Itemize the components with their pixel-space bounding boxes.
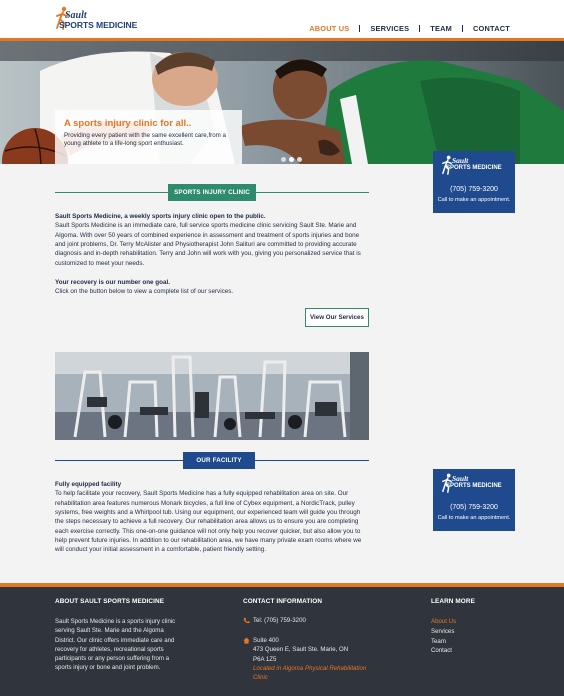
- footer-about-heading: ABOUT SAULT SPORTS MEDICINE: [55, 598, 165, 605]
- facility-photo: [55, 352, 369, 440]
- footer-learn-heading: LEARN MORE: [431, 598, 475, 605]
- injury-intro-heading: Sault Sports Medicine, a weekly sports i…: [55, 213, 266, 220]
- slider-dot-active[interactable]: [289, 157, 294, 162]
- hero-text: Providing every patient with the same ex…: [64, 132, 226, 147]
- goal-heading: Your recovery is our number one goal.: [55, 278, 171, 286]
- injury-intro-text: Sault Sports Medicine is an immediate ca…: [55, 222, 361, 267]
- hero-caption: A sports injury clinic for all.. Providi…: [55, 110, 242, 164]
- address-line-1: Suite 400: [253, 637, 279, 644]
- section-label-our-facility: OUR FACILITY: [183, 452, 255, 469]
- goal-text: Click on the button below to view a comp…: [55, 288, 234, 296]
- facility-heading: Fully equipped facility: [55, 481, 122, 488]
- card-brand-top: Sault: [452, 156, 469, 165]
- home-icon: [243, 637, 250, 644]
- footer-link-services[interactable]: Services: [431, 627, 456, 637]
- footer-learn-links: About Us Services Team Contact: [431, 617, 456, 656]
- facility-text: To help facilitate your recovery, Sault …: [55, 490, 362, 554]
- footer-contact-heading: CONTACT INFORMATION: [243, 598, 323, 605]
- brand-logo[interactable]: Sault SPORTS MEDICINE: [55, 6, 145, 32]
- facility-section-body: Fully equipped facility To help facilita…: [55, 480, 369, 555]
- nav-team[interactable]: TEAM: [430, 24, 452, 33]
- view-services-button[interactable]: View Our Services: [305, 308, 369, 327]
- nav-services[interactable]: SERVICES: [370, 24, 409, 33]
- footer-link-team[interactable]: Team: [431, 637, 456, 647]
- main-nav: ABOUT US SERVICES TEAM CONTACT: [309, 24, 510, 33]
- card-logo: Sault SPORTS MEDICINE: [441, 473, 507, 497]
- card-cta: Call to make an appointment.: [437, 515, 511, 521]
- appointment-card[interactable]: Sault SPORTS MEDICINE (705) 759-3200 Cal…: [433, 151, 515, 213]
- card-phone: (705) 759-3200: [450, 504, 498, 511]
- nav-separator: [359, 25, 361, 32]
- footer-link-contact[interactable]: Contact: [431, 646, 456, 656]
- phone-icon: [243, 617, 250, 624]
- address-line-2: 473 Queen E, Sault Ste. Marie, ON: [253, 646, 349, 654]
- card-brand-bottom: SPORTS MEDICINE: [446, 483, 502, 489]
- slider-dots: [281, 157, 305, 162]
- card-brand-bottom: SPORTS MEDICINE: [446, 165, 502, 171]
- card-brand-top: Sault: [452, 474, 469, 483]
- card-logo: Sault SPORTS MEDICINE: [441, 155, 507, 179]
- injury-section-body: Sault Sports Medicine, a weekly sports i…: [55, 212, 369, 297]
- footer-about-text: Sault Sports Medicine is a sports injury…: [55, 618, 176, 672]
- site-footer: ABOUT SAULT SPORTS MEDICINE Sault Sports…: [0, 587, 564, 696]
- address-line-3: P6A 1Z5: [253, 655, 277, 663]
- site-header: Sault SPORTS MEDICINE ABOUT US SERVICES …: [0, 0, 564, 38]
- slider-dot[interactable]: [297, 157, 302, 162]
- nav-separator: [462, 25, 464, 32]
- hero-slider[interactable]: A sports injury clinic for all.. Providi…: [0, 41, 564, 164]
- appointment-card[interactable]: Sault SPORTS MEDICINE (705) 759-3200 Cal…: [433, 469, 515, 531]
- section-label-injury-clinic: SPORTS INJURY CLINIC: [168, 184, 256, 201]
- nav-separator: [419, 25, 421, 32]
- brand-name-bottom: SPORTS MEDICINE: [59, 20, 138, 30]
- nav-contact[interactable]: CONTACT: [473, 24, 510, 33]
- card-cta: Call to make an appointment.: [437, 197, 511, 203]
- hero-title: A sports injury clinic for all..: [64, 118, 192, 129]
- location-link[interactable]: Located in Algoma Physical Rehabilitatio…: [253, 664, 378, 683]
- nav-about-us[interactable]: ABOUT US: [309, 24, 349, 33]
- footer-link-about-us[interactable]: About Us: [431, 617, 456, 627]
- footer-address: Suite 400 473 Queen E, Sault Ste. Marie,…: [253, 636, 378, 682]
- card-phone: (705) 759-3200: [450, 186, 498, 193]
- slider-dot[interactable]: [281, 157, 286, 162]
- footer-tel[interactable]: Tel: (705) 759-3200: [253, 616, 306, 625]
